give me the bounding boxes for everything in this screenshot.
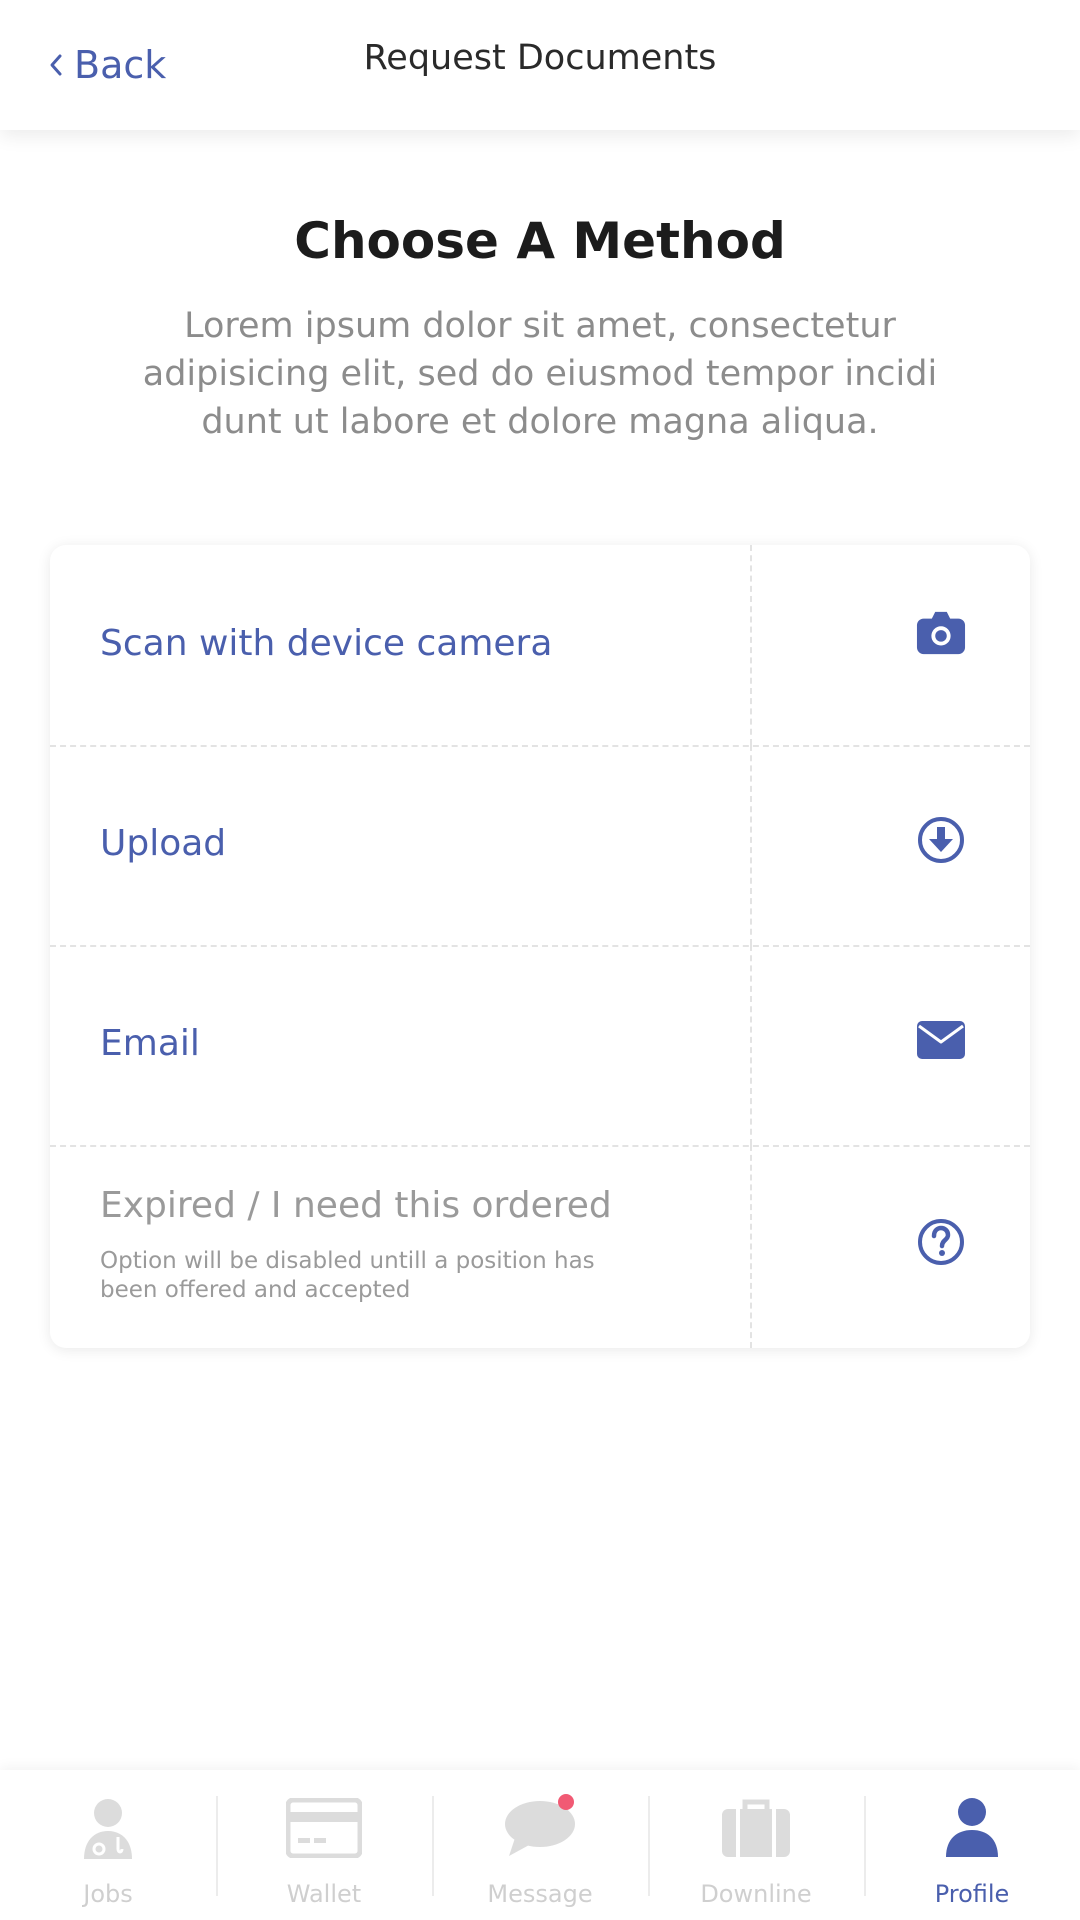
nav-item-wallet[interactable]: Wallet bbox=[216, 1770, 432, 1920]
chat-bubble-icon bbox=[500, 1794, 580, 1860]
page-title: Request Documents bbox=[363, 38, 717, 78]
envelope-icon bbox=[916, 1015, 966, 1065]
method-label: Scan with device camera bbox=[100, 623, 553, 664]
camera-icon bbox=[916, 608, 966, 658]
section-heading: Choose A Method bbox=[294, 212, 786, 270]
nav-item-jobs[interactable]: Jobs bbox=[0, 1770, 216, 1920]
nav-item-downline[interactable]: Downline bbox=[648, 1770, 864, 1920]
column-divider bbox=[750, 745, 752, 945]
nav-item-profile[interactable]: Profile bbox=[864, 1770, 1080, 1920]
section-description: Lorem ipsum dolor sit amet, consectetur … bbox=[142, 306, 938, 442]
method-email[interactable]: Email bbox=[50, 945, 1030, 1147]
method-label: Upload bbox=[100, 823, 227, 864]
top-bar: Back Request Documents bbox=[0, 0, 1080, 130]
method-expired-order[interactable]: Expired / I need this ordered Option wil… bbox=[50, 1145, 1030, 1348]
column-divider bbox=[750, 945, 752, 1145]
user-icon bbox=[932, 1796, 1012, 1860]
briefcase-icon bbox=[716, 1796, 796, 1860]
credit-card-icon bbox=[284, 1796, 364, 1860]
nav-label: Profile bbox=[934, 1880, 1010, 1908]
nav-label: Message bbox=[487, 1880, 593, 1908]
nav-item-message[interactable]: Message bbox=[432, 1770, 648, 1920]
question-circle-icon bbox=[916, 1217, 966, 1267]
column-divider bbox=[750, 1145, 752, 1348]
nav-label: Downline bbox=[700, 1880, 812, 1908]
method-note: Option will be disabled untill a positio… bbox=[100, 1248, 595, 1303]
method-scan-camera[interactable]: Scan with device camera bbox=[50, 545, 1030, 747]
download-circle-icon bbox=[916, 815, 966, 865]
method-list: Scan with device camera Upload Email Exp… bbox=[50, 545, 1030, 1348]
column-divider bbox=[750, 545, 752, 745]
nav-label: Jobs bbox=[83, 1880, 133, 1908]
bottom-navigation: Jobs Wallet Message Downline Profile bbox=[0, 1770, 1080, 1920]
nav-label: Wallet bbox=[286, 1880, 362, 1908]
method-upload[interactable]: Upload bbox=[50, 745, 1030, 947]
method-label: Email bbox=[100, 1023, 200, 1064]
doctor-icon bbox=[68, 1796, 148, 1860]
notification-dot bbox=[558, 1794, 574, 1810]
method-label: Expired / I need this ordered bbox=[100, 1185, 612, 1226]
